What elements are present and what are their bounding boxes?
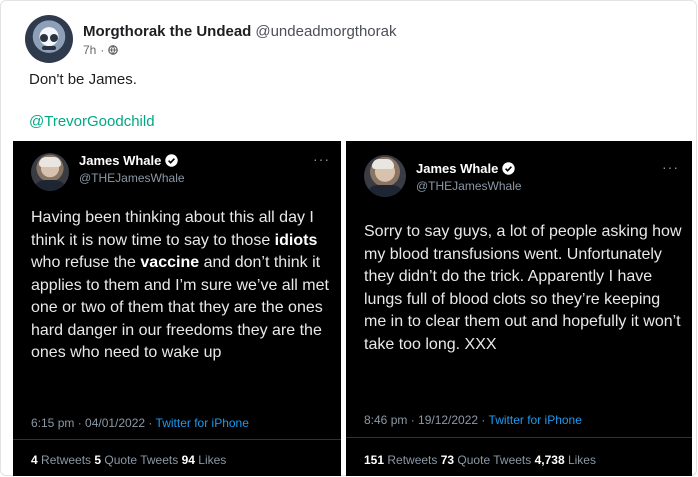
tweet-timestamp: 6:15 pm · 04/01/2022 · Twitter for iPhon… [31, 416, 249, 430]
like-count: 94 [181, 453, 195, 467]
tweet-source: Twitter for iPhone [488, 413, 582, 427]
author-avatar[interactable] [25, 15, 73, 63]
author-name[interactable]: Morgthorak the Undead [83, 23, 251, 40]
avatar-suit [33, 180, 67, 191]
retweet-count: 151 [364, 453, 385, 467]
tweet-handle: @THEJamesWhale [79, 171, 185, 185]
more-options-icon: ··· [313, 151, 330, 167]
divider [346, 437, 692, 438]
like-count: 4,738 [534, 453, 565, 467]
social-post: Morgthorak the Undead @undeadmorgthorak 7… [0, 0, 697, 476]
tweet-author-label: James Whale [79, 153, 162, 168]
tweet-author-label: James Whale [416, 161, 499, 176]
post-author: Morgthorak the Undead @undeadmorgthorak [83, 23, 397, 40]
avatar-suit [366, 185, 404, 197]
like-label: Likes [194, 453, 227, 467]
tweet-source: Twitter for iPhone [155, 416, 249, 430]
mention-link[interactable]: @TrevorGoodchild [29, 113, 155, 130]
tweet-timestamp: 8:46 pm · 19/12/2022 · Twitter for iPhon… [364, 413, 582, 427]
tweet-body: Sorry to say guys, a lot of people askin… [364, 223, 682, 353]
tweet-avatar [31, 153, 69, 191]
tweet-time: 8:46 pm · 19/12/2022 · [364, 413, 489, 427]
quote-label: Quote Tweets [454, 453, 535, 467]
post-time[interactable]: 7h [83, 43, 96, 57]
tweet-stats: 4 Retweets 5 Quote Tweets 94 Likes [31, 453, 226, 467]
avatar-hair [39, 157, 61, 167]
globe-icon [108, 45, 119, 55]
embedded-tweet-screenshot[interactable]: James Whale @THEJamesWhale ··· Having be… [13, 141, 341, 476]
quote-count: 73 [440, 453, 455, 467]
verified-badge-icon [502, 162, 516, 175]
avatar-mouth [42, 46, 56, 50]
tweet-body: Having been thinking about this all day … [31, 209, 329, 361]
tweet-handle: @THEJamesWhale [416, 179, 522, 193]
retweet-count: 4 [31, 453, 38, 467]
tweet-author-name: James Whale [79, 153, 179, 168]
more-options-icon: ··· [662, 159, 679, 175]
avatar-eye [50, 34, 58, 42]
retweet-label: Retweets [384, 453, 441, 467]
quote-label: Quote Tweets [101, 453, 182, 467]
meta-separator: · [100, 43, 105, 57]
post-text: Don't be James. [29, 71, 137, 88]
tweet-time: 6:15 pm · 04/01/2022 · [31, 416, 156, 430]
verified-badge-icon [165, 154, 179, 167]
retweet-label: Retweets [37, 453, 95, 467]
divider [13, 439, 341, 440]
avatar-eye [40, 34, 48, 42]
avatar-hair [372, 159, 394, 169]
tweet-author-name: James Whale [416, 161, 516, 176]
author-handle[interactable]: @undeadmorgthorak [255, 23, 396, 40]
like-label: Likes [564, 453, 596, 467]
embedded-tweet-screenshot[interactable]: James Whale @THEJamesWhale ··· Sorry to … [346, 141, 692, 476]
tweet-avatar [364, 155, 406, 197]
tweet-stats: 151 Retweets 73 Quote Tweets 4,738 Likes [364, 453, 596, 467]
post-meta: 7h · [83, 43, 119, 57]
